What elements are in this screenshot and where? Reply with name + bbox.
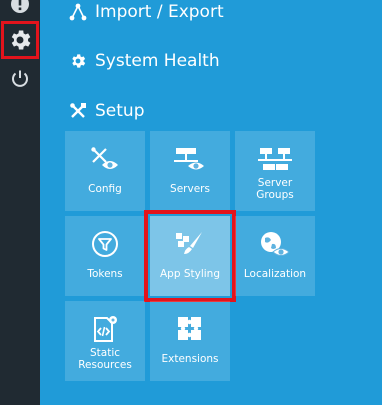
alert-button[interactable]	[0, 0, 40, 22]
globe-eye-icon	[259, 230, 291, 258]
power-button[interactable]	[0, 61, 40, 97]
import-export-link[interactable]: Import / Export	[67, 1, 224, 23]
code-file-icon	[91, 315, 119, 343]
static-resources-tile[interactable]: Static Resources	[65, 301, 145, 381]
tokens-tile[interactable]: Tokens	[65, 216, 145, 296]
server-eye-icon	[174, 145, 206, 173]
server-groups-tile[interactable]: Server Groups	[235, 131, 315, 211]
server-groups-label: Server Groups	[256, 177, 293, 201]
gear-icon	[67, 50, 89, 72]
server-groups-label-line1: Server	[257, 177, 293, 189]
setup-panel: Import / Export System Health Setup Conf…	[40, 0, 382, 405]
share-icon	[67, 1, 89, 23]
tools-icon	[67, 100, 89, 122]
app-styling-label: App Styling	[159, 268, 220, 280]
config-tile[interactable]: Config	[65, 131, 145, 211]
tokens-label: Tokens	[87, 268, 123, 280]
gear-icon	[7, 27, 33, 53]
left-sidebar	[0, 0, 40, 405]
static-resources-label: Static Resources	[78, 347, 132, 371]
paint-brush-icon	[174, 230, 206, 258]
filter-icon	[91, 230, 119, 258]
servers-label: Servers	[170, 183, 210, 195]
import-export-label: Import / Export	[95, 2, 224, 22]
setup-label: Setup	[95, 101, 145, 121]
servers-tile[interactable]: Servers	[150, 131, 230, 211]
puzzle-icon	[176, 315, 204, 343]
system-health-label: System Health	[95, 51, 220, 71]
app-styling-tile[interactable]: App Styling	[144, 210, 236, 302]
localization-label: Localization	[243, 268, 307, 280]
power-icon	[9, 68, 31, 90]
static-resources-label-line1: Static	[89, 347, 121, 359]
extensions-label: Extensions	[161, 353, 219, 365]
static-resources-label-line2: Resources	[78, 359, 132, 371]
setup-heading: Setup	[67, 100, 144, 122]
server-network-icon	[258, 145, 292, 173]
extensions-tile[interactable]: Extensions	[150, 301, 230, 381]
localization-tile[interactable]: Localization	[235, 216, 315, 296]
alert-icon	[10, 0, 30, 14]
config-label: Config	[88, 183, 122, 195]
settings-button[interactable]	[1, 21, 39, 59]
system-health-link[interactable]: System Health	[67, 50, 220, 72]
server-groups-label-line2: Groups	[256, 189, 294, 201]
tools-eye-icon	[90, 145, 120, 173]
